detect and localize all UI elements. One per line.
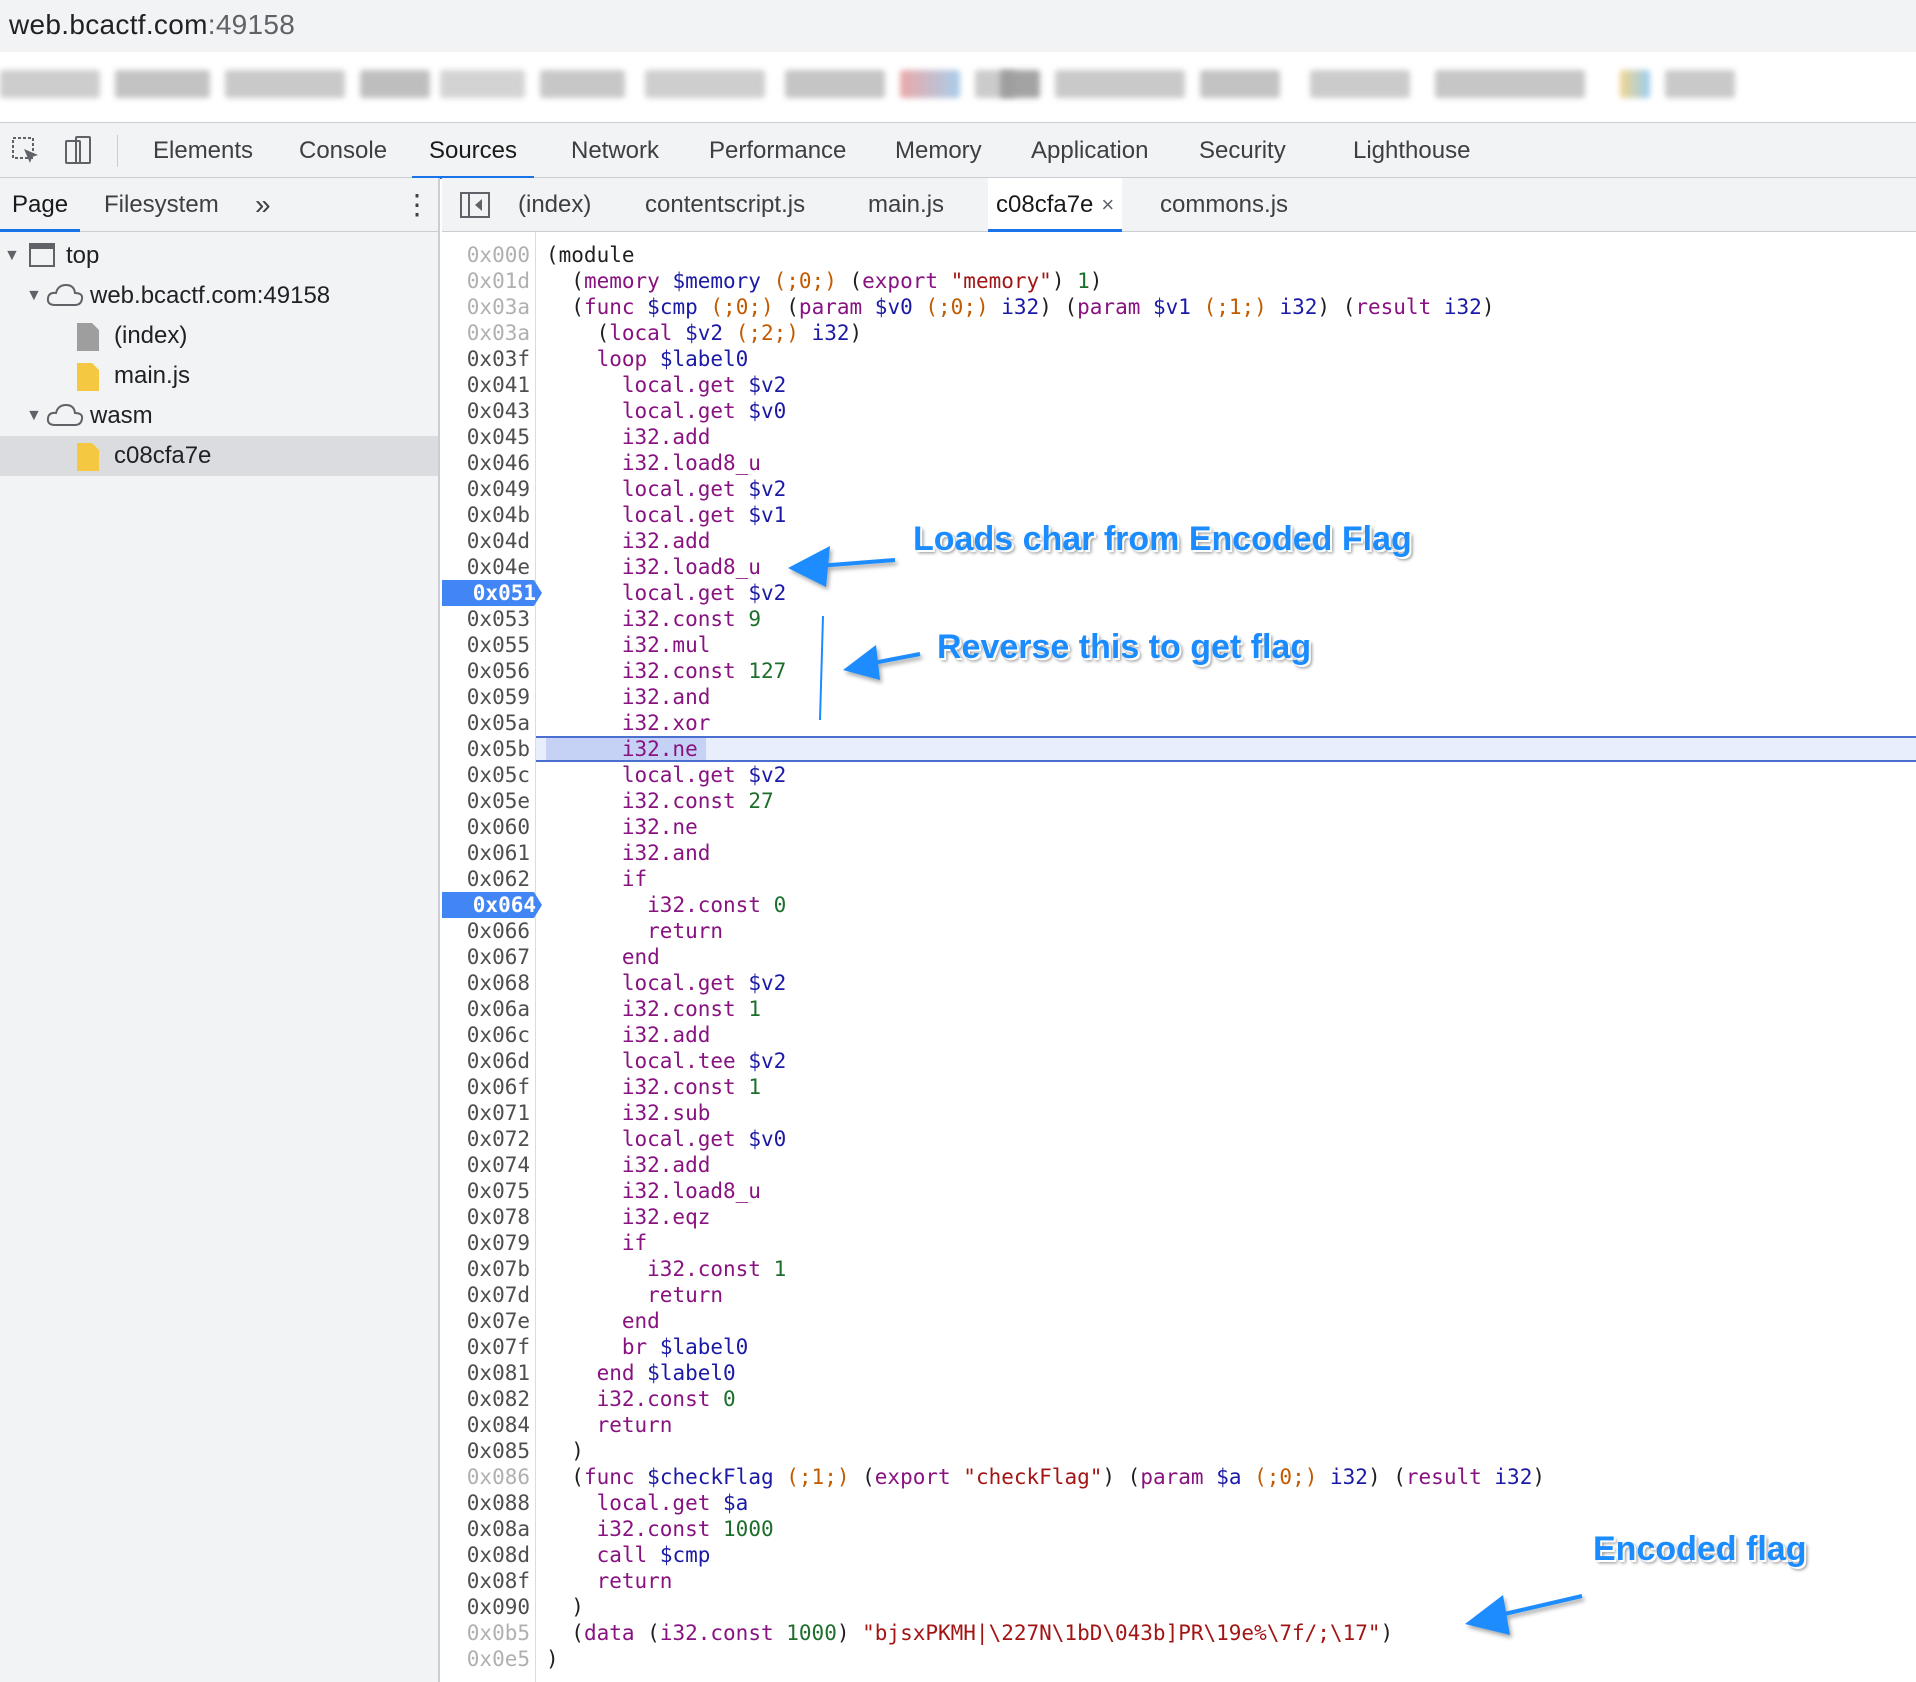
arrow-reverse [843, 645, 921, 680]
annotation-loads-char: Loads char from Encoded Flag [913, 520, 1412, 558]
arrow-encoded-flag [1465, 1594, 1583, 1635]
annotation-reverse: Reverse this to get flag [937, 628, 1312, 666]
arrow-loads-char [788, 546, 896, 587]
annotation-arrows [788, 546, 1583, 1635]
reverse-bracket-line [819, 615, 824, 721]
annotation-encoded-flag: Encoded flag [1593, 1530, 1807, 1568]
